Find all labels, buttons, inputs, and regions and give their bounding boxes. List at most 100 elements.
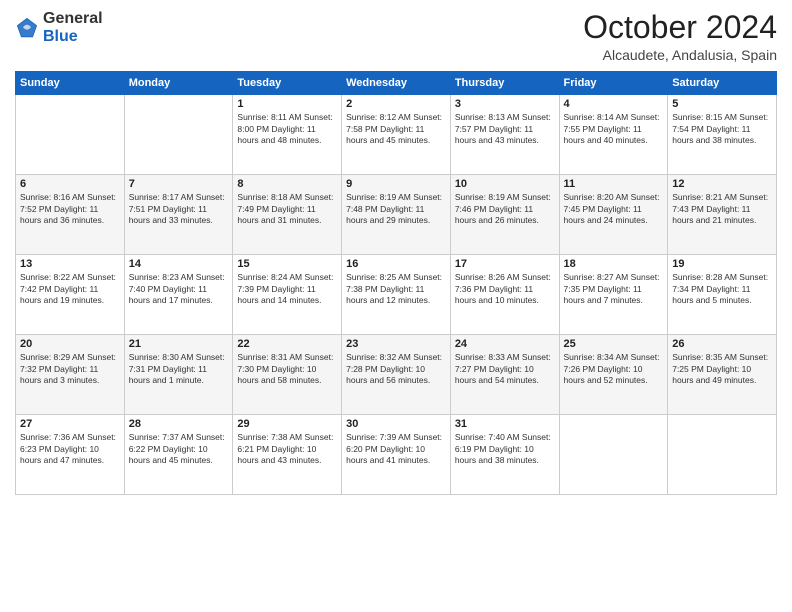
day-number: 30 [346,418,446,430]
calendar-cell: 31Sunrise: 7:40 AM Sunset: 6:19 PM Dayli… [450,415,559,495]
logo-icon [15,16,39,40]
col-header-saturday: Saturday [668,72,777,95]
day-number: 26 [672,338,772,350]
cell-info: Sunrise: 7:36 AM Sunset: 6:23 PM Dayligh… [20,432,120,466]
calendar-cell [16,95,125,175]
day-number: 25 [564,338,664,350]
calendar-cell: 22Sunrise: 8:31 AM Sunset: 7:30 PM Dayli… [233,335,342,415]
day-number: 6 [20,178,120,190]
week-row-1: 1 Sunrise: 8:11 AM Sunset: 8:00 PM Daylig… [16,95,777,175]
week-row-5: 27 Sunrise: 7:36 AM Sunset: 6:23 PM Dayli… [16,415,777,495]
calendar-cell: 7 Sunrise: 8:17 AM Sunset: 7:51 PM Daylig… [124,175,233,255]
calendar-cell: 2Sunrise: 8:12 AM Sunset: 7:58 PM Daylig… [342,95,451,175]
col-header-sunday: Sunday [16,72,125,95]
day-number: 16 [346,258,446,270]
cell-info: Sunrise: 8:13 AM Sunset: 7:57 PM Dayligh… [455,112,555,146]
day-number: 12 [672,178,772,190]
calendar-cell: 6 Sunrise: 8:16 AM Sunset: 7:52 PM Daylig… [16,175,125,255]
cell-info: Sunrise: 7:39 AM Sunset: 6:20 PM Dayligh… [346,432,446,466]
cell-info: Sunrise: 8:11 AM Sunset: 8:00 PM Dayligh… [237,112,337,146]
cell-info: Sunrise: 8:20 AM Sunset: 7:45 PM Dayligh… [564,192,664,226]
calendar-cell: 8Sunrise: 8:18 AM Sunset: 7:49 PM Daylig… [233,175,342,255]
calendar-cell [559,415,668,495]
page: General Blue October 2024 Alcaudete, And… [0,0,792,612]
cell-info: Sunrise: 8:16 AM Sunset: 7:52 PM Dayligh… [20,192,120,226]
calendar-cell: 16 Sunrise: 8:25 AM Sunset: 7:38 PM Dayli… [342,255,451,335]
cell-info: Sunrise: 8:22 AM Sunset: 7:42 PM Dayligh… [20,272,120,306]
calendar-cell: 15Sunrise: 8:24 AM Sunset: 7:39 PM Dayli… [233,255,342,335]
week-row-2: 6 Sunrise: 8:16 AM Sunset: 7:52 PM Daylig… [16,175,777,255]
col-header-thursday: Thursday [450,72,559,95]
day-number: 4 [564,98,664,110]
cell-info: Sunrise: 8:14 AM Sunset: 7:55 PM Dayligh… [564,112,664,146]
calendar-cell: 5 Sunrise: 8:15 AM Sunset: 7:54 PM Daylig… [668,95,777,175]
cell-info: Sunrise: 7:37 AM Sunset: 6:22 PM Dayligh… [129,432,229,466]
cell-info: Sunrise: 8:26 AM Sunset: 7:36 PM Dayligh… [455,272,555,306]
day-number: 8 [237,178,337,190]
day-number: 23 [346,338,446,350]
calendar-cell: 1 Sunrise: 8:11 AM Sunset: 8:00 PM Daylig… [233,95,342,175]
calendar-cell: 20Sunrise: 8:29 AM Sunset: 7:32 PM Dayli… [16,335,125,415]
calendar-cell: 27 Sunrise: 7:36 AM Sunset: 6:23 PM Dayli… [16,415,125,495]
calendar-cell: 11 Sunrise: 8:20 AM Sunset: 7:45 PM Dayli… [559,175,668,255]
day-number: 21 [129,338,229,350]
cell-info: Sunrise: 8:35 AM Sunset: 7:25 PM Dayligh… [672,352,772,386]
day-number: 5 [672,98,772,110]
cell-info: Sunrise: 8:25 AM Sunset: 7:38 PM Dayligh… [346,272,446,306]
day-number: 28 [129,418,229,430]
day-number: 1 [237,98,337,110]
calendar-cell [124,95,233,175]
calendar-cell: 13 Sunrise: 8:22 AM Sunset: 7:42 PM Dayli… [16,255,125,335]
col-header-monday: Monday [124,72,233,95]
calendar-cell: 9Sunrise: 8:19 AM Sunset: 7:48 PM Daylig… [342,175,451,255]
day-number: 31 [455,418,555,430]
day-number: 2 [346,98,446,110]
calendar-cell: 18 Sunrise: 8:27 AM Sunset: 7:35 PM Dayli… [559,255,668,335]
calendar-cell: 12 Sunrise: 8:21 AM Sunset: 7:43 PM Dayli… [668,175,777,255]
cell-info: Sunrise: 8:31 AM Sunset: 7:30 PM Dayligh… [237,352,337,386]
calendar-cell: 21 Sunrise: 8:30 AM Sunset: 7:31 PM Dayli… [124,335,233,415]
day-number: 3 [455,98,555,110]
calendar-header-row: SundayMondayTuesdayWednesdayThursdayFrid… [16,72,777,95]
cell-info: Sunrise: 8:21 AM Sunset: 7:43 PM Dayligh… [672,192,772,226]
day-number: 27 [20,418,120,430]
day-number: 18 [564,258,664,270]
header: General Blue October 2024 Alcaudete, And… [15,10,777,63]
logo: General Blue [15,10,103,45]
cell-info: Sunrise: 8:27 AM Sunset: 7:35 PM Dayligh… [564,272,664,306]
cell-info: Sunrise: 8:32 AM Sunset: 7:28 PM Dayligh… [346,352,446,386]
day-number: 11 [564,178,664,190]
calendar-cell: 14Sunrise: 8:23 AM Sunset: 7:40 PM Dayli… [124,255,233,335]
day-number: 10 [455,178,555,190]
cell-info: Sunrise: 8:34 AM Sunset: 7:26 PM Dayligh… [564,352,664,386]
week-row-3: 13 Sunrise: 8:22 AM Sunset: 7:42 PM Dayli… [16,255,777,335]
day-number: 7 [129,178,229,190]
week-row-4: 20Sunrise: 8:29 AM Sunset: 7:32 PM Dayli… [16,335,777,415]
logo-blue-text: Blue [43,28,78,45]
day-number: 17 [455,258,555,270]
calendar-cell: 10 Sunrise: 8:19 AM Sunset: 7:46 PM Dayli… [450,175,559,255]
calendar-cell: 17 Sunrise: 8:26 AM Sunset: 7:36 PM Dayli… [450,255,559,335]
cell-info: Sunrise: 8:19 AM Sunset: 7:48 PM Dayligh… [346,192,446,226]
calendar-table: SundayMondayTuesdayWednesdayThursdayFrid… [15,71,777,495]
day-number: 19 [672,258,772,270]
calendar-cell: 24Sunrise: 8:33 AM Sunset: 7:27 PM Dayli… [450,335,559,415]
day-number: 29 [237,418,337,430]
cell-info: Sunrise: 7:38 AM Sunset: 6:21 PM Dayligh… [237,432,337,466]
cell-info: Sunrise: 8:30 AM Sunset: 7:31 PM Dayligh… [129,352,229,386]
cell-info: Sunrise: 8:15 AM Sunset: 7:54 PM Dayligh… [672,112,772,146]
calendar-cell: 23 Sunrise: 8:32 AM Sunset: 7:28 PM Dayli… [342,335,451,415]
day-number: 14 [129,258,229,270]
calendar-cell: 3 Sunrise: 8:13 AM Sunset: 7:57 PM Daylig… [450,95,559,175]
logo-text: General Blue [43,10,103,45]
calendar-cell: 4 Sunrise: 8:14 AM Sunset: 7:55 PM Daylig… [559,95,668,175]
day-number: 15 [237,258,337,270]
day-number: 13 [20,258,120,270]
cell-info: Sunrise: 8:19 AM Sunset: 7:46 PM Dayligh… [455,192,555,226]
title-block: October 2024 Alcaudete, Andalusia, Spain [583,10,777,63]
calendar-cell: 28 Sunrise: 7:37 AM Sunset: 6:22 PM Dayli… [124,415,233,495]
calendar-cell: 25 Sunrise: 8:34 AM Sunset: 7:26 PM Dayli… [559,335,668,415]
month-title: October 2024 [583,10,777,45]
cell-info: Sunrise: 8:17 AM Sunset: 7:51 PM Dayligh… [129,192,229,226]
day-number: 20 [20,338,120,350]
